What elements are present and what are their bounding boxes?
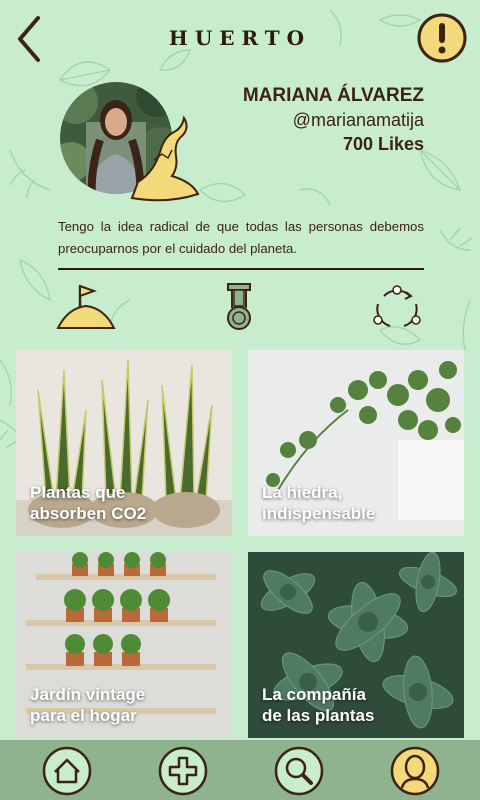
app-header: HUERTO (0, 0, 480, 80)
likes-count: 700 Likes (342, 134, 424, 154)
exclamation-icon[interactable] (416, 12, 468, 64)
profile-icon[interactable] (390, 746, 440, 796)
divider (58, 268, 424, 270)
user-info: MARIANA ÁLVAREZ @marianamatija 700 Likes (243, 84, 424, 156)
user-handle[interactable]: @marianamatija (243, 108, 424, 132)
article-card[interactable]: Plantas que absorben CO2 (16, 350, 232, 536)
profile-section: MARIANA ÁLVAREZ @marianamatija 700 Likes (0, 80, 480, 202)
bottom-navigation (0, 740, 480, 800)
user-bio: Tengo la idea radical de que todas las p… (58, 219, 424, 256)
article-card[interactable]: La compañía de las plantas (248, 552, 464, 738)
profile-actions (0, 282, 480, 332)
recycle-icon[interactable] (370, 282, 424, 332)
page-title: HUERTO (168, 26, 312, 50)
avatar[interactable] (56, 82, 206, 206)
article-card[interactable]: La hiedra, indispensable (248, 350, 464, 536)
plus-icon[interactable] (158, 746, 208, 796)
article-card[interactable]: Jardín vintage para el hogar (16, 552, 232, 738)
card-title: La hiedra, indispensable (262, 483, 376, 523)
card-title: La compañía de las plantas (262, 685, 375, 725)
card-title: Jardín vintage para el hogar (30, 685, 146, 725)
user-name: MARIANA ÁLVAREZ (242, 85, 424, 106)
home-icon[interactable] (42, 746, 92, 796)
card-title: Plantas que absorben CO2 (30, 483, 147, 523)
flag-mountain-icon[interactable] (54, 282, 118, 332)
search-icon[interactable] (274, 746, 324, 796)
medal-icon[interactable] (222, 282, 256, 332)
